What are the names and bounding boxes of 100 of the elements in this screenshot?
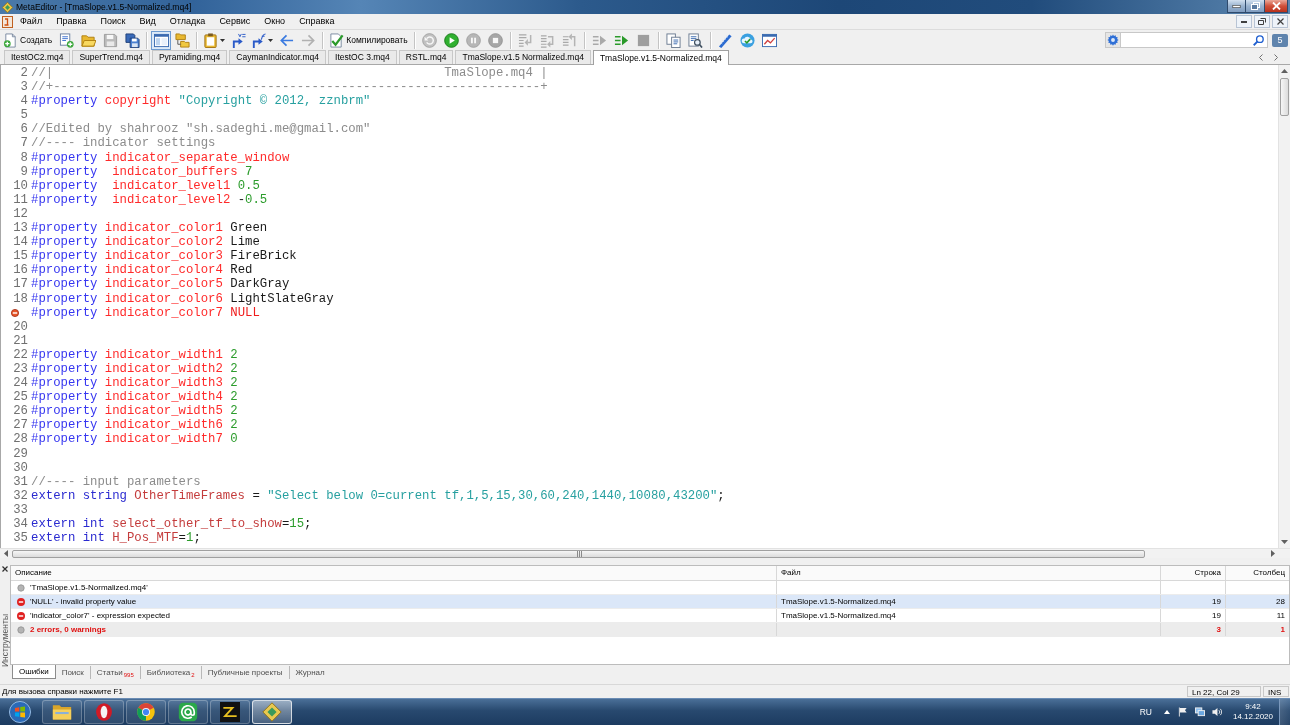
caret-icon	[268, 38, 274, 42]
line-number: 12	[13, 206, 28, 222]
line-number: 10	[13, 178, 28, 193]
up-arrow-icon[interactable]	[1163, 710, 1170, 714]
child-minimize-button[interactable]	[1236, 15, 1252, 28]
table-row[interactable]: 'NULL' - invalid property value TmaSlope.v1.5-Normalized.mq4 19 28	[11, 595, 1289, 609]
table-cell-text: 'NULL' - invalid property value	[30, 596, 137, 608]
search-field[interactable]	[1121, 32, 1268, 48]
menu-item[interactable]: Правка	[49, 14, 94, 29]
clock-time[interactable]: 9:42	[1245, 702, 1261, 712]
vertical-scrollbar[interactable]	[1278, 65, 1290, 548]
language-indicator[interactable]: RU	[1139, 707, 1152, 717]
code-line: #property indicator_color7 NULL	[31, 305, 260, 320]
column-header[interactable]: Столбец	[1225, 566, 1289, 580]
column-header[interactable]: Описание	[11, 566, 776, 580]
maximize-button[interactable]	[1246, 0, 1265, 13]
up-arrow-icon[interactable]	[1281, 69, 1288, 73]
opera-button[interactable]	[84, 700, 124, 724]
panel-tab[interactable]: Статьи$_{995}$	[89, 666, 140, 679]
panel-tab[interactable]: Ошибки	[12, 665, 56, 679]
file-tab[interactable]: TmaSlope.v1.5-Normalized.mq4	[592, 50, 729, 65]
compile-button[interactable]: Компилировать	[327, 30, 411, 50]
file-tab[interactable]: ItestOC 3.mq4	[328, 50, 397, 64]
panel-tab[interactable]: Библиотека$_{2}$	[139, 666, 201, 679]
chevron-right-icon[interactable]	[1274, 53, 1278, 61]
right-arrow-icon[interactable]	[1271, 550, 1275, 557]
left-arrow-icon[interactable]	[4, 550, 8, 557]
line-number: 34	[13, 517, 28, 532]
panel-tab[interactable]: Публичные проекты	[200, 666, 289, 679]
explorer-button[interactable]	[42, 700, 82, 724]
column-header[interactable]: Строка	[1160, 566, 1225, 580]
code-line: #property indicator_width6 2	[31, 418, 238, 433]
down-arrow-icon[interactable]	[1281, 540, 1288, 544]
menu-item[interactable]: Сервис	[212, 14, 258, 29]
table-cell-text: 2 errors, 0 warnings	[30, 624, 107, 636]
column-header[interactable]: Файл	[776, 566, 1160, 580]
table-row[interactable]: 2 errors, 0 warnings 3 1	[11, 623, 1289, 637]
file-tab[interactable]: SuperTrend.mq4	[72, 50, 150, 64]
left-arrow-icon	[278, 32, 294, 48]
file-tab[interactable]: Pyramiding.mq4	[151, 50, 228, 64]
chart-window-icon	[762, 32, 778, 48]
menu-item[interactable]: Вид	[132, 14, 163, 29]
horizontal-scrollbar[interactable]	[0, 548, 1290, 558]
flag-icon[interactable]	[1177, 707, 1188, 717]
chrome-button[interactable]	[126, 700, 166, 724]
child-restore-button[interactable]	[1254, 15, 1270, 28]
settings-button[interactable]	[1105, 32, 1121, 48]
menu-item[interactable]: Справка	[292, 14, 342, 29]
scrollbar-thumb[interactable]	[1280, 78, 1289, 116]
panel-tab[interactable]: Журнал	[288, 666, 331, 679]
restore-icon	[1258, 18, 1266, 25]
cursor-position: Ln 22, Col 29	[1187, 686, 1261, 697]
bullet-icon	[17, 625, 25, 634]
network-icon[interactable]	[1194, 707, 1205, 717]
metaeditor-button[interactable]	[252, 700, 292, 724]
create-button[interactable]: Создать	[1, 30, 56, 50]
close-icon[interactable]	[2, 566, 8, 572]
code-line: //---- input parameters	[31, 474, 201, 489]
table-cell-text: 'indicator_color7' - expression expected	[30, 610, 171, 622]
file-tab[interactable]: RSTL.mq4	[398, 50, 454, 64]
bent-arrow-icon	[230, 32, 246, 48]
line-number: 15	[13, 249, 28, 264]
code-line: #property indicator_level1 0.5	[31, 178, 260, 193]
panel-tab[interactable]: Поиск	[55, 666, 90, 679]
line-number: 33	[13, 502, 28, 517]
messages-button[interactable]: 5	[1272, 33, 1288, 47]
scrollbar-thumb[interactable]	[12, 549, 1145, 558]
file-tab[interactable]: ItestOC2.mq4	[4, 50, 71, 64]
show-desktop-button[interactable]	[1279, 699, 1290, 725]
menu-item[interactable]: Отладка	[162, 14, 213, 29]
caret-icon	[220, 38, 226, 42]
line-number: 4	[20, 94, 28, 109]
line-number: 5	[20, 108, 28, 123]
code-line: //+------------------------------------------------------------------+	[31, 80, 548, 95]
menu-item[interactable]: Поиск	[93, 14, 133, 29]
clipboard-button[interactable]	[201, 30, 228, 50]
menu-item[interactable]: Файл	[13, 14, 50, 29]
diamond-app-icon	[262, 702, 282, 722]
line-number: 8	[20, 150, 28, 165]
error-icon	[17, 611, 25, 620]
close-button[interactable]	[1265, 0, 1288, 13]
close-icon	[1271, 2, 1281, 10]
chevron-left-icon[interactable]	[1259, 53, 1263, 61]
clock-date[interactable]: 14.12.2020	[1232, 712, 1273, 722]
speaker-icon[interactable]	[1211, 707, 1222, 717]
mail-button[interactable]	[168, 700, 208, 724]
trading-app-button[interactable]	[210, 700, 250, 724]
play-icon	[444, 32, 460, 48]
menu-item[interactable]: Окно	[257, 14, 293, 29]
file-tab[interactable]: TmaSlope.v1.5 Normalized.mq4	[455, 50, 591, 64]
child-close-button[interactable]	[1272, 15, 1288, 28]
code-line: #property indicator_level2 -0.5	[31, 192, 268, 207]
minimize-button[interactable]	[1227, 0, 1246, 13]
documents-icon	[666, 32, 682, 48]
app-icon	[2, 1, 13, 13]
table-cell: TmaSlope.v1.5-Normalized.mq4	[776, 595, 1160, 608]
file-tab[interactable]: CaymanIndicator.mq4	[229, 50, 326, 64]
navigator-toggle[interactable]	[151, 30, 172, 50]
insert-mode: INS	[1263, 686, 1289, 697]
code-line: #property indicator_width7 0	[31, 432, 238, 447]
